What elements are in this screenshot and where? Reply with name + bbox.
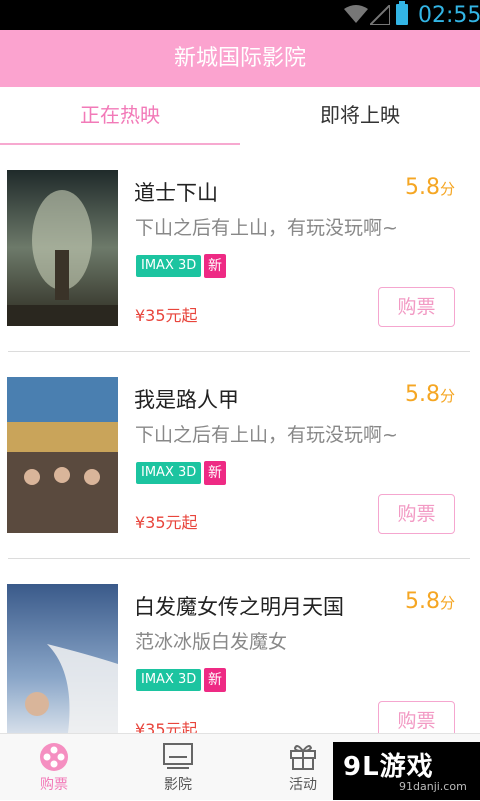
new-badge: 新: [204, 461, 226, 485]
list-item[interactable]: 白发魔女传之明月天国 5.8分 范冰冰版白发魔女 IMAX 3D 新 ¥35元起…: [0, 559, 480, 733]
movie-poster[interactable]: [7, 584, 118, 733]
format-badge: IMAX 3D: [136, 462, 202, 484]
movie-price: ¥35元起: [135, 720, 198, 733]
movie-poster[interactable]: [7, 170, 118, 326]
rating-unit: 分: [439, 594, 455, 612]
buy-ticket-button[interactable]: 购票: [378, 287, 455, 327]
gift-icon: [290, 745, 316, 770]
format-badge: IMAX 3D: [136, 255, 202, 277]
nav-label: 购票: [40, 777, 68, 793]
movie-title: 道士下山: [134, 181, 218, 205]
new-badge: 新: [204, 668, 226, 692]
movie-price: ¥35元起: [135, 513, 198, 532]
rating-unit: 分: [439, 180, 455, 198]
app-title: 新城国际影院: [0, 30, 480, 87]
film-reel-icon: [40, 743, 68, 771]
new-badge: 新: [204, 254, 226, 278]
site-watermark: 9L游戏 91danji.com: [333, 742, 480, 800]
nav-item-buy-tickets[interactable]: 购票: [4, 734, 104, 801]
status-bar: 02:55: [0, 0, 480, 30]
movie-rating: 5.8分: [405, 382, 455, 407]
rating-value: 5.8: [404, 175, 440, 200]
tab-bar: 正在热映 即将上映: [0, 87, 480, 145]
rating-unit: 分: [439, 387, 455, 405]
movie-rating: 5.8分: [405, 589, 455, 614]
movie-rating: 5.8分: [405, 175, 455, 200]
movie-price: ¥35元起: [135, 306, 198, 325]
rating-value: 5.8: [404, 382, 440, 407]
status-time: 02:55: [418, 3, 480, 28]
screen-icon: [163, 743, 193, 769]
movie-description: 范冰冰版白发魔女: [135, 631, 288, 653]
battery-icon: [396, 1, 408, 25]
buy-ticket-button[interactable]: 购票: [378, 701, 455, 733]
tab-coming-soon[interactable]: 即将上映: [240, 87, 480, 145]
wifi-icon: [344, 5, 368, 23]
watermark-url: 91danji.com: [399, 780, 467, 793]
nav-label: 影院: [164, 777, 192, 793]
list-item[interactable]: 道士下山 5.8分 下山之后有上山，有玩没玩啊~ IMAX 3D 新 ¥35元起…: [0, 145, 480, 352]
movie-title: 白发魔女传之明月天国: [134, 595, 344, 619]
nav-item-cinema[interactable]: 影院: [128, 734, 228, 801]
movie-list[interactable]: 道士下山 5.8分 下山之后有上山，有玩没玩啊~ IMAX 3D 新 ¥35元起…: [0, 145, 480, 733]
movie-title: 我是路人甲: [134, 388, 239, 412]
rating-value: 5.8: [404, 589, 440, 614]
movie-poster[interactable]: [7, 377, 118, 533]
list-item[interactable]: 我是路人甲 5.8分 下山之后有上山，有玩没玩啊~ IMAX 3D 新 ¥35元…: [0, 352, 480, 559]
watermark-logo-text: 9L游戏: [343, 752, 434, 782]
buy-ticket-button[interactable]: 购票: [378, 494, 455, 534]
format-badge: IMAX 3D: [136, 669, 202, 691]
tab-now-showing[interactable]: 正在热映: [0, 87, 240, 145]
movie-description: 下山之后有上山，有玩没玩啊~: [135, 424, 398, 446]
movie-description: 下山之后有上山，有玩没玩啊~: [135, 217, 398, 239]
signal-icon: [370, 5, 390, 25]
